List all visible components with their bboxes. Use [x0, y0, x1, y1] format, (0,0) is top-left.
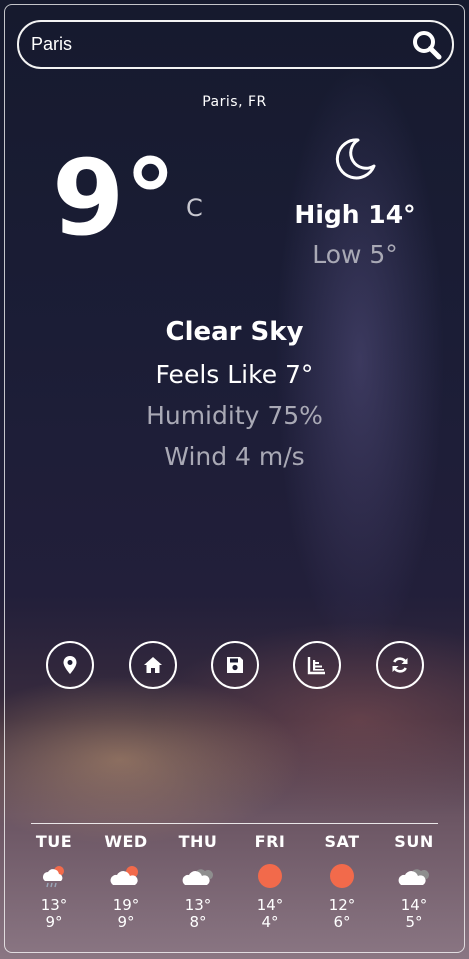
humidity-text: Humidity 75%: [146, 401, 323, 430]
forecast-low: 6°: [333, 913, 351, 931]
sun-icon: [330, 864, 354, 888]
forecast-low: 9°: [45, 913, 63, 931]
forecast-day: SAT 12° 6°: [312, 832, 372, 931]
forecast-low: 5°: [405, 913, 423, 931]
map-pin-icon: [63, 656, 77, 674]
forecast-high: 14°: [400, 896, 428, 914]
low-temperature: Low 5°: [312, 240, 398, 269]
cloud-sun-icon: [110, 866, 138, 885]
save-button[interactable]: [211, 641, 259, 689]
forecast-day: FRI 14° 4°: [240, 832, 300, 931]
forecast-low: 8°: [189, 913, 207, 931]
bar-chart-icon: [307, 657, 325, 675]
forecast-day: TUE 13° 9°: [24, 832, 84, 931]
refresh-icon: [392, 657, 408, 673]
home-icon: [144, 657, 162, 673]
forecast-high: 13°: [184, 896, 212, 914]
search-icon[interactable]: [412, 30, 442, 60]
forecast-high: 13°: [40, 896, 68, 914]
city-search-box[interactable]: Paris: [17, 20, 454, 69]
wind-text: Wind 4 m/s: [164, 442, 305, 471]
rain-cloud-sun-icon: [43, 866, 64, 888]
refresh-button[interactable]: [376, 641, 424, 689]
search-input[interactable]: Paris: [31, 34, 72, 55]
feels-like-text: Feels Like 7°: [155, 360, 314, 389]
forecast-divider: [31, 823, 438, 824]
forecast-day: THU 13° 8°: [168, 832, 228, 931]
home-button[interactable]: [129, 641, 177, 689]
location-button[interactable]: [46, 641, 94, 689]
forecast-high: 12°: [328, 896, 356, 914]
high-temperature: High 14°: [294, 200, 416, 229]
forecast-day-name: THU: [178, 832, 218, 851]
location-label: Paris, FR: [202, 94, 267, 110]
forecast-day-name: SUN: [394, 832, 434, 851]
condition-text: Clear Sky: [165, 317, 304, 347]
cloudy-icon: [398, 869, 429, 885]
forecast-high: 14°: [256, 896, 284, 914]
forecast-day-name: WED: [104, 832, 148, 851]
forecast-low: 9°: [117, 913, 135, 931]
forecast-high: 19°: [112, 896, 140, 914]
cloudy-icon: [182, 869, 213, 885]
forecast-day-name: SAT: [324, 832, 360, 851]
forecast-low: 4°: [261, 913, 279, 931]
forecast-day: SUN 14° 5°: [384, 832, 444, 931]
current-temperature: 9°: [52, 137, 177, 259]
forecast-day-name: FRI: [254, 832, 286, 851]
moon-icon: [335, 138, 376, 180]
sun-icon: [258, 864, 282, 888]
forecast-day-name: TUE: [35, 832, 73, 851]
floppy-disk-icon: [227, 657, 243, 673]
chart-button[interactable]: [293, 641, 341, 689]
forecast-day: WED 19° 9°: [96, 832, 156, 931]
temperature-unit: C: [186, 194, 203, 222]
